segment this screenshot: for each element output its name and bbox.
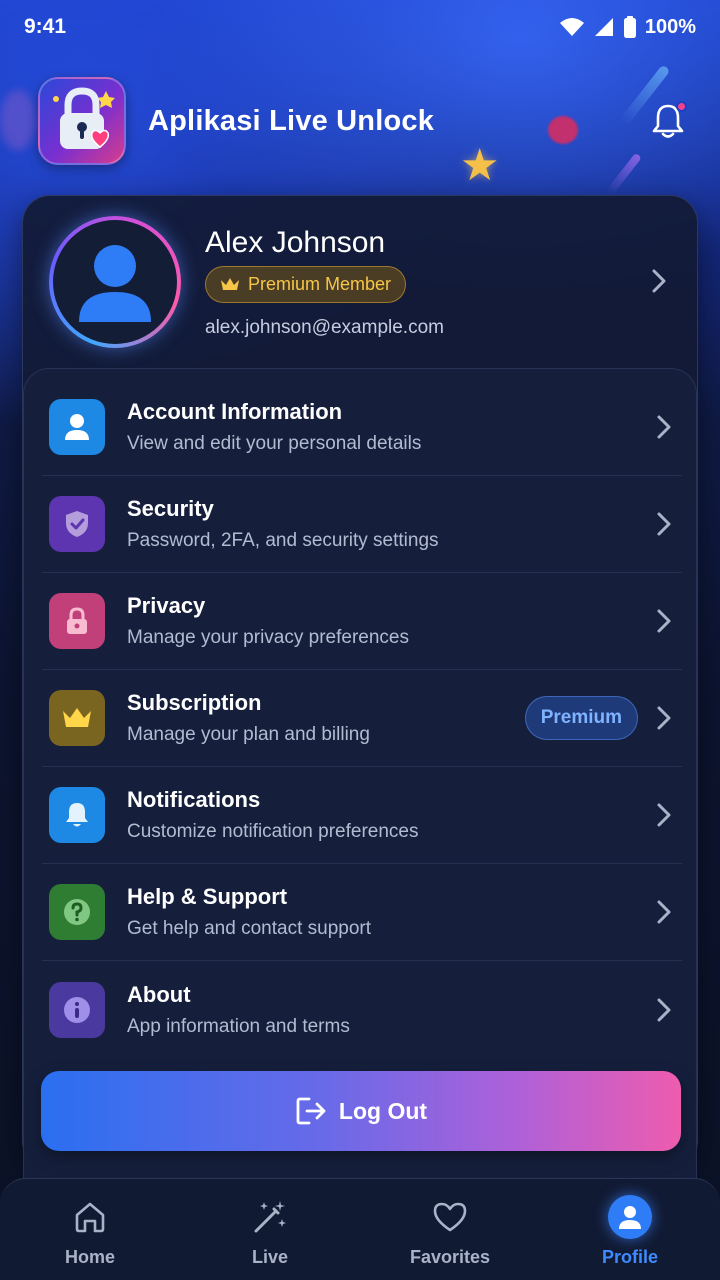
app-header: Aplikasi Live Unlock bbox=[38, 76, 688, 166]
info-icon bbox=[64, 996, 90, 1023]
chevron-right-icon bbox=[657, 803, 671, 827]
bottom-navigation: Home Live Favorites Profile bbox=[0, 1178, 720, 1280]
nav-profile[interactable]: Profile bbox=[540, 1179, 720, 1280]
logout-label: Log Out bbox=[338, 1097, 428, 1124]
bell-icon bbox=[66, 803, 88, 827]
chevron-right-icon bbox=[657, 415, 671, 439]
notifications-icon-tile bbox=[49, 787, 105, 843]
menu-item-help-support[interactable]: Help & Support Get help and contact supp… bbox=[42, 864, 682, 961]
profile-email: alex.johnson@example.com bbox=[205, 316, 444, 338]
battery-level: 100% bbox=[644, 15, 696, 38]
nav-live[interactable]: Live bbox=[180, 1179, 360, 1280]
profile-icon bbox=[619, 1206, 641, 1229]
menu-item-security[interactable]: Security Password, 2FA, and security set… bbox=[42, 476, 682, 573]
chevron-right-icon bbox=[657, 512, 671, 536]
menu-item-subtitle: Get help and contact support bbox=[127, 918, 371, 939]
menu-item-title: Privacy bbox=[127, 593, 206, 618]
profile-name: Alex Johnson bbox=[205, 225, 386, 259]
menu-item-subtitle: Password, 2FA, and security settings bbox=[127, 530, 439, 551]
menu-item-title: Account Information bbox=[127, 399, 343, 424]
nav-home[interactable]: Home bbox=[0, 1179, 180, 1280]
menu-item-subscription[interactable]: Subscription Manage your plan and billin… bbox=[42, 670, 682, 767]
account-icon-tile bbox=[49, 399, 105, 455]
chevron-right-icon bbox=[652, 269, 666, 293]
chevron-right-icon bbox=[657, 706, 671, 730]
nav-label: Live bbox=[251, 1247, 289, 1267]
magic-wand-icon bbox=[254, 1201, 286, 1233]
chevron-right-icon bbox=[657, 609, 671, 633]
security-icon-tile bbox=[49, 496, 105, 552]
subscription-icon-tile bbox=[49, 690, 105, 746]
home-icon bbox=[75, 1202, 105, 1233]
app-title: Aplikasi Live Unlock bbox=[148, 104, 435, 137]
nav-favorites[interactable]: Favorites bbox=[360, 1179, 540, 1280]
about-icon-tile bbox=[49, 981, 105, 1038]
menu-item-subtitle: Customize notification preferences bbox=[127, 821, 419, 842]
lock-heart-logo bbox=[53, 87, 115, 149]
menu-item-privacy[interactable]: Privacy Manage your privacy preferences bbox=[42, 573, 682, 670]
status-time: 9:41 bbox=[24, 15, 67, 38]
premium-badge: Premium Member bbox=[205, 265, 407, 303]
chevron-right-icon bbox=[657, 900, 671, 924]
signal-icon bbox=[594, 18, 613, 36]
menu-item-title: Notifications bbox=[127, 787, 261, 812]
crown-icon bbox=[221, 278, 239, 290]
help-icon-tile bbox=[49, 884, 105, 940]
menu-item-account-information[interactable]: Account Information View and edit your p… bbox=[42, 379, 682, 476]
menu-item-about[interactable]: About App information and terms bbox=[42, 961, 682, 1058]
chevron-right-icon bbox=[657, 998, 671, 1021]
menu-item-subtitle: View and edit your personal details bbox=[127, 433, 422, 454]
question-icon bbox=[64, 899, 90, 925]
shield-check-icon bbox=[66, 511, 88, 537]
avatar bbox=[49, 216, 181, 348]
premium-tag: Premium bbox=[524, 696, 638, 740]
active-indicator bbox=[608, 1195, 652, 1239]
menu-item-title: Help & Support bbox=[127, 884, 288, 909]
status-bar: 9:41 100% bbox=[0, 0, 720, 54]
menu-item-notifications[interactable]: Notifications Customize notification pre… bbox=[42, 767, 682, 864]
badge-label: Premium Member bbox=[248, 273, 392, 294]
battery-icon bbox=[623, 16, 636, 38]
menu-item-subtitle: Manage your plan and billing bbox=[127, 724, 370, 745]
decorative-blob bbox=[0, 90, 36, 150]
lock-icon bbox=[67, 607, 87, 634]
heart-icon bbox=[433, 1202, 467, 1232]
logout-button[interactable]: Log Out bbox=[41, 1071, 681, 1151]
status-icons: 100% bbox=[559, 16, 696, 39]
crown-icon bbox=[63, 708, 91, 727]
menu-item-title: About bbox=[127, 981, 191, 1007]
user-icon bbox=[65, 414, 89, 440]
notification-button[interactable] bbox=[648, 101, 688, 141]
app-logo bbox=[38, 77, 126, 165]
privacy-icon-tile bbox=[49, 593, 105, 649]
nav-label: Home bbox=[64, 1247, 115, 1267]
notification-dot bbox=[676, 101, 687, 112]
logout-icon bbox=[296, 1097, 326, 1125]
menu-item-subtitle: Manage your privacy preferences bbox=[127, 627, 409, 648]
menu-item-title: Subscription bbox=[127, 690, 262, 715]
profile-summary[interactable]: Alex Johnson Premium Member alex.johnson… bbox=[23, 196, 697, 368]
nav-label: Favorites bbox=[409, 1247, 491, 1267]
wifi-icon bbox=[559, 18, 584, 36]
avatar-user-icon bbox=[79, 245, 151, 322]
menu-item-title: Security bbox=[127, 496, 214, 521]
nav-label: Profile bbox=[601, 1247, 658, 1267]
profile-card: Alex Johnson Premium Member alex.johnson… bbox=[22, 195, 698, 1252]
menu-item-subtitle: App information and terms bbox=[127, 1015, 350, 1037]
